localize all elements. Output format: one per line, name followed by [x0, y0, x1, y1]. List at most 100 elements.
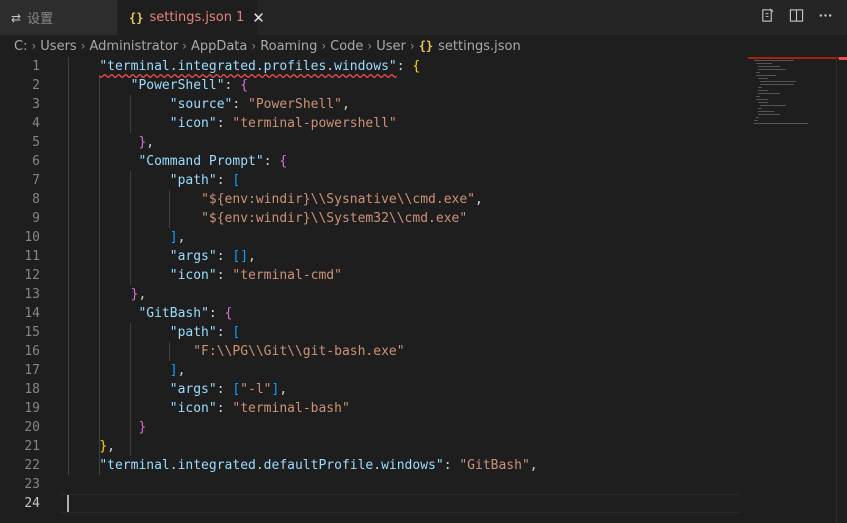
- code-line: },: [138, 135, 155, 150]
- line-number: 7: [32, 173, 40, 188]
- breadcrumb-item[interactable]: AppData: [191, 39, 247, 54]
- code-line: },: [130, 287, 147, 302]
- json-string: "terminal-cmd": [232, 268, 342, 283]
- line-number: 5: [32, 135, 40, 150]
- code-line: "Command Prompt": {: [138, 154, 288, 169]
- json-string: "${env:windir}\\System32\\cmd.exe": [201, 211, 468, 226]
- line-number: 19: [24, 401, 40, 416]
- line-number: 11: [24, 249, 40, 264]
- json-key: "PowerShell": [130, 78, 225, 93]
- line-number: 15: [24, 325, 40, 340]
- minimap-line: [754, 123, 808, 124]
- split-editor-icon[interactable]: [789, 8, 804, 27]
- json-key: "terminal.integrated.profiles.windows": [99, 59, 397, 74]
- chevron-right-icon: ›: [80, 39, 86, 53]
- settings-sliders-icon: ⇄: [11, 10, 22, 25]
- minimap[interactable]: [748, 57, 847, 523]
- json-string: "terminal-bash": [232, 401, 350, 416]
- line-number: 2: [32, 78, 40, 93]
- minimap-line: [756, 63, 772, 64]
- minimap-line: [758, 78, 768, 79]
- code-line: },: [99, 439, 115, 454]
- code-line: "terminal.integrated.defaultProfile.wind…: [99, 458, 538, 473]
- line-number: 21: [24, 439, 40, 454]
- code-line: "path": [: [169, 173, 241, 188]
- json-key: "icon": [169, 401, 217, 416]
- json-key: "source": [169, 97, 233, 112]
- code-line: "${env:windir}\\System32\\cmd.exe": [68, 209, 748, 228]
- minimap-line: [758, 111, 774, 112]
- breadcrumb-item[interactable]: Administrator: [90, 39, 179, 54]
- chevron-right-icon: ›: [409, 39, 415, 53]
- line-number: 20: [24, 420, 40, 435]
- code-line: "PowerShell": {: [130, 78, 249, 93]
- json-braces-icon: {}: [129, 10, 144, 25]
- tab-label: 设置: [27, 12, 54, 27]
- breadcrumb-item[interactable]: settings.json: [438, 39, 521, 54]
- json-string: "GitBash": [459, 458, 530, 473]
- open-settings-icon[interactable]: [760, 8, 775, 27]
- line-number: 12: [24, 268, 40, 283]
- json-string: "terminal-powershell": [232, 116, 397, 131]
- line-number: 6: [32, 154, 40, 169]
- code-line: "terminal.integrated.profiles.windows": …: [99, 59, 421, 74]
- breadcrumb-item[interactable]: C:: [14, 39, 27, 54]
- code-line: "icon": "terminal-bash": [169, 401, 350, 416]
- json-key: "path": [169, 325, 217, 340]
- json-key: "icon": [169, 116, 217, 131]
- minimap-line: [756, 117, 759, 118]
- minimap-line: [758, 69, 786, 70]
- line-number: 18: [24, 382, 40, 397]
- breadcrumb-item[interactable]: Roaming: [260, 39, 317, 54]
- tab-settings-json[interactable]: {} settings.json 1 ✕: [118, 0, 265, 35]
- line-number: 9: [32, 211, 40, 226]
- breadcrumb-item[interactable]: Users: [40, 39, 76, 54]
- minimap-line: [758, 87, 762, 88]
- chevron-right-icon: ›: [31, 39, 37, 53]
- code-editor[interactable]: 1 2 3 4 5 6 7 8 9 10 11 12 13 14 15 16 1…: [0, 57, 847, 523]
- line-number: 17: [24, 363, 40, 378]
- minimap-line: [760, 84, 794, 85]
- json-key: "GitBash": [138, 306, 209, 321]
- minimap-line: [756, 96, 760, 97]
- json-key: "args": [169, 382, 217, 397]
- code-line: ],: [169, 230, 186, 245]
- breadcrumb-item[interactable]: User: [376, 39, 406, 54]
- code-line: "${env:windir}\\Sysnative\\cmd.exe",: [201, 192, 483, 207]
- minimap-error-marker: [748, 57, 847, 59]
- minimap-line: [754, 60, 794, 61]
- minimap-line: [758, 108, 762, 109]
- minimap-line: [760, 105, 786, 106]
- line-number: 22: [24, 458, 40, 473]
- more-actions-icon[interactable]: [818, 8, 833, 27]
- tab-settings-ui[interactable]: ⇄ 设置: [0, 0, 118, 35]
- line-number: 23: [24, 477, 40, 492]
- code-line: "args": [],: [169, 249, 256, 264]
- breadcrumb-item[interactable]: Code: [330, 39, 363, 54]
- code-line: ],: [169, 363, 186, 378]
- close-icon[interactable]: ✕: [252, 9, 265, 27]
- minimap-line: [756, 75, 776, 76]
- code-lines[interactable]: "terminal.integrated.profiles.windows": …: [68, 57, 748, 513]
- code-line: "F:\\PG\\Git\\git-bash.exe": [68, 342, 748, 361]
- line-number: 24: [24, 496, 40, 511]
- line-number: 10: [24, 230, 40, 245]
- code-line: }: [138, 420, 147, 435]
- minimap-line: [758, 93, 780, 94]
- breadcrumb: C: › Users › Administrator › AppData › R…: [0, 35, 847, 57]
- code-line: "source": "PowerShell",: [169, 97, 350, 112]
- chevron-right-icon: ›: [182, 39, 187, 53]
- minimap-line: [756, 99, 768, 100]
- json-string: "-l": [240, 382, 272, 397]
- json-key: "args": [169, 249, 217, 264]
- tab-label: settings.json: [149, 10, 233, 25]
- chevron-right-icon: ›: [251, 39, 257, 53]
- line-number: 8: [32, 192, 40, 207]
- minimap-line: [758, 102, 768, 103]
- code-line: "GitBash": {: [138, 306, 233, 321]
- json-string: "PowerShell": [248, 97, 342, 112]
- vertical-scrollbar[interactable]: [836, 57, 847, 523]
- line-number: 13: [24, 287, 40, 302]
